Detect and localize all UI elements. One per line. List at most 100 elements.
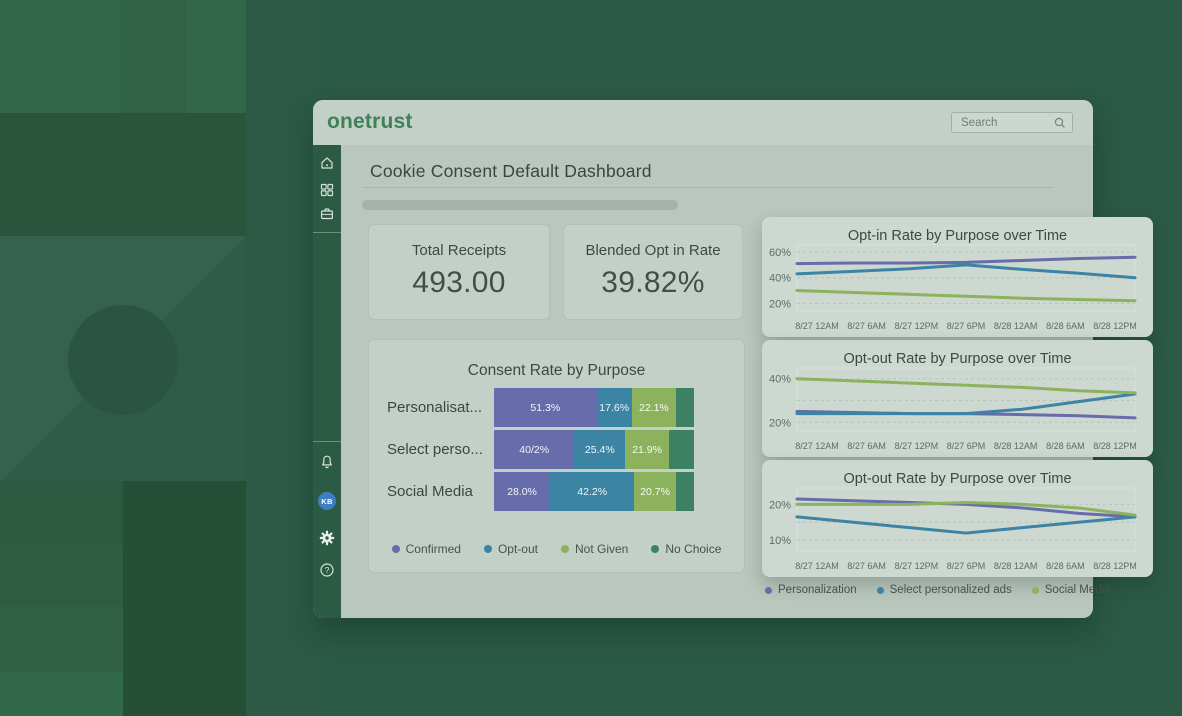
x-tick-label: 8/28 6AM — [1046, 321, 1085, 331]
bg-block — [0, 545, 123, 607]
series-line — [797, 379, 1135, 393]
x-tick-label: 8/27 12AM — [795, 441, 839, 451]
line-chart: 20%40%8/27 12AM8/27 6AM8/27 12PM8/27 6PM… — [762, 366, 1153, 457]
desktop-background: { "window": { "brand": "onetrust", "sear… — [0, 0, 1182, 716]
legend-item: Select personalized ads — [877, 584, 1012, 596]
legend-label: Personalization — [778, 584, 857, 596]
title-divider — [362, 187, 1054, 188]
series-line — [797, 394, 1135, 414]
bar-segment: 42.2% — [550, 472, 634, 511]
avatar[interactable]: KB — [318, 492, 336, 510]
stacked-bar-chart: Personalisat...51.3%17.6%22.1%Select per… — [387, 388, 730, 514]
x-tick-label: 8/28 12AM — [994, 561, 1038, 571]
legend-item: Personalization — [765, 584, 857, 596]
bg-block — [0, 113, 246, 236]
bar-category-label: Social Media — [387, 483, 494, 500]
sidebar-divider — [313, 441, 341, 442]
bg-block — [246, 0, 320, 716]
legend-dot — [877, 587, 884, 594]
stacked-bar: 28.0%42.2%20.7% — [494, 472, 694, 511]
bar-segment-value: 20.7% — [640, 486, 670, 498]
bar-segment: 51.3% — [494, 388, 597, 427]
x-tick-label: 8/28 12AM — [994, 441, 1038, 451]
x-tick-label: 8/27 6PM — [947, 561, 986, 571]
bg-block — [123, 481, 246, 716]
svg-text:?: ? — [325, 565, 330, 575]
bg-circle — [68, 305, 178, 415]
briefcase-icon[interactable] — [319, 206, 335, 222]
legend-dot — [651, 545, 659, 553]
legend-item: Opt-out — [484, 542, 538, 556]
stat-value: 39.82% — [564, 266, 742, 300]
stat-label: Total Receipts — [369, 242, 549, 259]
chart-title: Opt-in Rate by Purpose over Time — [762, 228, 1153, 244]
legend-item: Not Given — [561, 542, 628, 556]
legend-item: No Choice — [651, 542, 721, 556]
consent-rate-by-purpose-card: Consent Rate by Purpose Personalisat...5… — [368, 339, 745, 573]
y-tick-label: 40% — [769, 374, 791, 386]
sidebar-divider — [313, 232, 341, 233]
plot-border — [797, 488, 1135, 551]
x-tick-label: 8/28 12PM — [1093, 321, 1137, 331]
page-title: Cookie Consent Default Dashboard — [370, 161, 652, 182]
bar-category-label: Select perso... — [387, 441, 494, 458]
x-tick-label: 8/27 6AM — [847, 561, 886, 571]
bar-row: Social Media28.0%42.2%20.7% — [387, 472, 730, 511]
legend-dot — [561, 545, 569, 553]
series-line — [797, 257, 1135, 263]
series-line — [797, 291, 1135, 301]
chart-title: Opt-out Rate by Purpose over Time — [762, 471, 1153, 487]
y-tick-label: 40% — [769, 273, 791, 285]
grid-icon[interactable] — [319, 182, 335, 198]
stat-card-blended-opt-in-rate: Blended Opt in Rate 39.82% — [563, 224, 743, 320]
help-icon[interactable]: ? — [319, 562, 335, 578]
gear-icon[interactable] — [319, 530, 335, 546]
sidebar: KB ? — [313, 145, 341, 618]
bar-segment — [676, 472, 694, 511]
bar-segment: 21.9% — [625, 430, 669, 469]
x-tick-label: 8/27 6PM — [947, 321, 986, 331]
search-icon — [1053, 116, 1067, 130]
y-tick-label: 60% — [769, 247, 791, 259]
x-tick-label: 8/28 6AM — [1046, 441, 1085, 451]
home-icon[interactable] — [319, 155, 335, 171]
bar-segment-value: 21.9% — [632, 444, 662, 456]
bar-segment: 17.6% — [597, 388, 632, 427]
legend-item: Social Media — [1032, 584, 1111, 596]
x-tick-label: 8/27 6AM — [847, 321, 886, 331]
chart-title: Opt-out Rate by Purpose over Time — [762, 351, 1153, 367]
x-tick-label: 8/28 12PM — [1093, 561, 1137, 571]
bar-segment: 22.1% — [632, 388, 676, 427]
bar-segment — [676, 388, 694, 427]
bar-segment-value: 17.6% — [599, 402, 629, 414]
legend-dot — [392, 545, 400, 553]
window-header: onetrust — [313, 100, 1093, 145]
opt-in-rate-card: Opt-in Rate by Purpose over Time 20%40%6… — [762, 217, 1153, 337]
y-tick-label: 20% — [769, 417, 791, 429]
search-box[interactable] — [951, 112, 1073, 133]
bar-segment: 20.7% — [634, 472, 675, 511]
series-line — [797, 265, 1135, 278]
line-chart: 20%40%60%8/27 12AM8/27 6AM8/27 12PM8/27 … — [762, 243, 1153, 337]
x-tick-label: 8/27 6PM — [947, 441, 986, 451]
chart-title: Consent Rate by Purpose — [369, 362, 744, 380]
bell-icon[interactable] — [319, 454, 335, 470]
series-line — [797, 517, 1135, 533]
legend-label: No Choice — [665, 542, 721, 556]
legend-label: Social Media — [1045, 584, 1111, 596]
bar-segment-value: 22.1% — [639, 402, 669, 414]
y-tick-label: 10% — [769, 535, 791, 547]
x-tick-label: 8/27 12AM — [795, 561, 839, 571]
x-tick-label: 8/27 12AM — [795, 321, 839, 331]
x-tick-label: 8/27 12PM — [895, 561, 939, 571]
legend-label: Select personalized ads — [890, 584, 1012, 596]
bar-segment-value: 51.3% — [530, 402, 560, 414]
x-tick-label: 8/27 12PM — [895, 321, 939, 331]
stat-value: 493.00 — [369, 266, 549, 300]
bg-block — [120, 0, 186, 113]
bar-segment-value: 40/2% — [519, 444, 549, 456]
bar-segment — [669, 430, 694, 469]
onetrust-logo: onetrust — [327, 110, 413, 134]
skeleton-loading-bar — [362, 200, 678, 210]
opt-out-rate-card-1: Opt-out Rate by Purpose over Time 20% 40%… — [762, 340, 1153, 457]
